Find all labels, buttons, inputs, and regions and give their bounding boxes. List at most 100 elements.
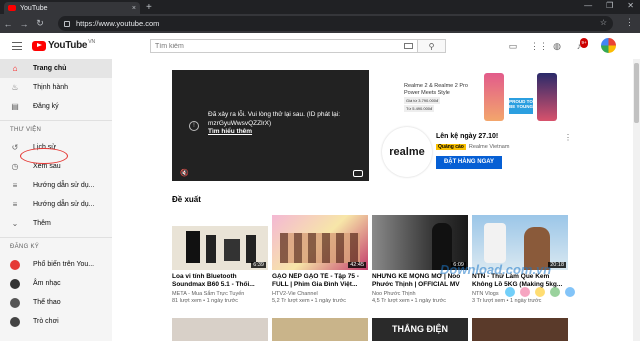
browser-menu-icon[interactable]: ⋮ (625, 17, 634, 28)
account-avatar[interactable] (601, 38, 616, 53)
page-scrollbar[interactable] (633, 59, 640, 341)
notifications-bell-icon[interactable]: ♪ 9+ (574, 38, 589, 51)
watermark-text: Download.com.vn (440, 262, 552, 277)
learn-more-link[interactable]: Tìm hiểu thêm (208, 128, 358, 137)
sidebar: ⌂ Trang chủ ♨ Thịnh hành ▤ Đăng ký THƯ V… (0, 59, 112, 341)
video-card[interactable]: 6:09 NHƯNG KẺ MỘNG MƠ | Noo Phước Thịnh … (372, 215, 468, 304)
watermark-dot (535, 287, 545, 297)
video-meta: 81 lượt xem • 1 ngày trước (172, 298, 239, 304)
lock-icon (64, 20, 70, 27)
chevron-down-icon: ⌄ (11, 218, 19, 228)
sidebar-sub-music[interactable]: Âm nhạc (0, 274, 112, 293)
ad-more-options-icon[interactable]: ⋮ (564, 133, 572, 142)
video-channel[interactable]: META - Mua Sắm Trực Tuyến (172, 291, 268, 297)
trending-icon: ♨ (11, 82, 19, 92)
channel-avatar (10, 316, 20, 327)
keyboard-icon[interactable] (404, 43, 413, 49)
advertiser-name: Realme Vietnam (468, 144, 510, 150)
ice-cream-image (484, 223, 506, 263)
video-thumbnail[interactable]: 42:45 (272, 215, 368, 270)
bookmark-star-icon[interactable]: ☆ (600, 18, 607, 27)
minimize-button[interactable]: — (584, 1, 592, 10)
sidebar-sub-gaming[interactable]: Trò chơi (0, 312, 112, 331)
ad-panel: Realme 2 & Realme 2 Pro Power Meets Styl… (372, 70, 572, 181)
watermark-dot (520, 287, 530, 297)
sidebar-sub-sports[interactable]: Thể thao (0, 293, 112, 312)
video-thumbnail[interactable] (472, 318, 568, 341)
subscriptions-icon: ▤ (11, 101, 19, 111)
video-duration: 6:39 (251, 262, 266, 268)
tab-title: YouTube (20, 4, 48, 12)
history-highlight-circle (20, 148, 68, 164)
phone-image (484, 73, 504, 121)
video-player[interactable]: ! Đã xảy ra lỗi. Vui lòng thử lại sau. (… (172, 70, 369, 181)
youtube-watermark-icon[interactable] (353, 170, 363, 177)
sidebar-item-label: Thêm (33, 220, 51, 227)
forward-icon[interactable]: → (16, 19, 32, 29)
video-card[interactable]: 6:39 Loa vi tính Bluetooth Soundmax B60 … (172, 215, 268, 304)
video-meta: 5,2 Tr lượt xem • 1 ngày trước (272, 298, 346, 304)
speaker-image (186, 231, 200, 263)
error-line-2: mzrGyuWwsvQZZlrX) (208, 119, 272, 127)
sidebar-item-trending[interactable]: ♨ Thịnh hành (0, 78, 112, 97)
ad-banner[interactable]: Realme 2 & Realme 2 Pro Power Meets Styl… (372, 70, 572, 125)
realme-logo[interactable]: realme (382, 127, 432, 177)
address-bar[interactable]: https://www.youtube.com ☆ (58, 16, 613, 31)
order-now-button[interactable]: ĐẶT HÀNG NGAY (436, 156, 502, 169)
phone-image (537, 73, 557, 121)
watermark-dot (505, 287, 515, 297)
video-channel[interactable]: Noo Phước Thịnh (372, 291, 468, 297)
sidebar-sub-popular[interactable]: Phổ biến trên You... (0, 255, 112, 274)
video-meta: 4,5 Tr lượt xem • 1 ngày trước (372, 298, 446, 304)
watermark-dot (550, 287, 560, 297)
close-window-button[interactable]: ✕ (627, 1, 634, 10)
search-input[interactable] (155, 42, 395, 50)
url-text: https://www.youtube.com (76, 19, 160, 28)
sidebar-item-more[interactable]: ⌄ Thêm (0, 214, 112, 233)
browser-tab[interactable]: YouTube × (4, 2, 140, 14)
video-channel[interactable]: HTV2-Vie Channel (272, 291, 368, 297)
sidebar-item-label: Trò chơi (33, 318, 59, 325)
sidebar-item-label: Hướng dẫn sử dụ... (33, 182, 95, 189)
new-tab-button[interactable]: + (146, 2, 152, 13)
sidebar-item-label: Xem sau (33, 163, 61, 170)
maximize-button[interactable]: ❐ (606, 1, 613, 10)
video-title[interactable]: GẠO NẾP GẠO TẺ - Tập 75 - FULL | Phim Gi… (272, 273, 368, 289)
sidebar-item-playlist-1[interactable]: ≡ Hướng dẫn sử dụ... (0, 176, 112, 195)
youtube-favicon-icon (8, 5, 16, 11)
messages-icon[interactable]: ◍ (552, 41, 562, 51)
sidebar-item-home[interactable]: ⌂ Trang chủ (0, 59, 112, 78)
search-icon: ⚲ (428, 41, 435, 51)
ad-banner-text: Realme 2 & Realme 2 Pro Power Meets Styl… (404, 83, 468, 113)
notification-badge: 9+ (580, 38, 589, 48)
search-button[interactable]: ⚲ (418, 39, 446, 53)
channel-avatar (10, 278, 20, 289)
back-icon[interactable]: ← (0, 19, 16, 29)
channel-avatar (10, 259, 20, 270)
youtube-logo[interactable]: YouTube VN (32, 39, 95, 51)
video-thumbnail[interactable]: THẮNG ĐIỆN (372, 318, 468, 341)
sidebar-item-subscriptions[interactable]: ▤ Đăng ký (0, 97, 112, 116)
sidebar-item-playlist-2[interactable]: ≡ Hướng dẫn sử dụ... (0, 195, 112, 214)
sidebar-item-label: Thể thao (33, 299, 61, 306)
window-controls: — ❐ ✕ (584, 1, 634, 10)
banner-price-2: Từ 5.490.000đ (404, 105, 435, 112)
error-info-icon: ! (189, 121, 199, 131)
cast-image (280, 233, 360, 263)
video-card[interactable]: 42:45 GẠO NẾP GẠO TẺ - Tập 75 - FULL | P… (272, 215, 368, 304)
ad-label: Quảng cáo (436, 144, 466, 150)
hamburger-menu-icon[interactable] (12, 42, 22, 50)
video-thumbnail[interactable]: 6:39 (172, 215, 268, 270)
reload-icon[interactable]: ↻ (32, 18, 48, 29)
brand-name: realme (389, 146, 425, 158)
scrollbar-thumb[interactable] (634, 63, 639, 123)
ad-info: Quảng cáo Realme Vietnam (436, 144, 509, 150)
mute-icon[interactable]: 🔇 (180, 169, 189, 177)
apps-grid-icon[interactable]: ⋮⋮ (530, 41, 548, 51)
video-thumbnail[interactable] (172, 318, 268, 341)
video-thumbnail[interactable] (272, 318, 368, 341)
create-video-icon[interactable]: ▭ (508, 41, 518, 51)
video-title[interactable]: Loa vi tính Bluetooth Soundmax B60 5.1 -… (172, 273, 268, 289)
tab-close-icon[interactable]: × (132, 5, 136, 12)
ad-title[interactable]: Lên kệ ngày 27.10! (436, 133, 498, 140)
